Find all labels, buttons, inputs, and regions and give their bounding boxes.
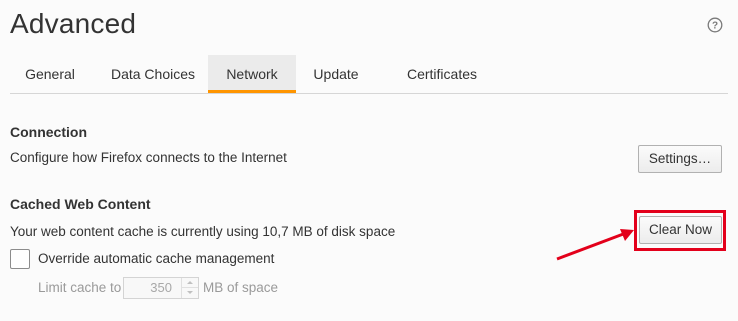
cache-size-stepper[interactable]: 350	[123, 277, 199, 299]
cache-size-value: 350	[150, 280, 172, 295]
page-title: Advanced	[10, 8, 137, 39]
cache-status: Your web content cache is currently usin…	[10, 224, 396, 239]
spin-up-button[interactable]	[182, 278, 198, 288]
connection-heading: Connection	[10, 124, 87, 140]
tab-certificates[interactable]: Certificates	[382, 55, 502, 93]
spinner-buttons	[181, 278, 198, 298]
tab-network[interactable]: Network	[208, 55, 296, 93]
tab-bar: General Data Choices Network Update Cert…	[10, 55, 728, 94]
tab-update[interactable]: Update	[300, 55, 372, 93]
tab-data-choices[interactable]: Data Choices	[98, 55, 208, 93]
annotation-arrow-icon	[556, 229, 634, 261]
spin-down-button[interactable]	[182, 288, 198, 298]
limit-cache-unit: MB of space	[203, 280, 279, 295]
limit-cache-label: Limit cache to	[38, 280, 122, 295]
override-cache-checkbox[interactable]	[10, 249, 30, 269]
svg-text:?: ?	[712, 21, 718, 32]
annotation-highlight-box	[634, 210, 726, 251]
connection-description: Configure how Firefox connects to the In…	[10, 150, 287, 165]
cache-heading: Cached Web Content	[10, 196, 151, 212]
override-cache-label[interactable]: Override automatic cache management	[38, 251, 274, 266]
chevron-up-icon	[187, 281, 193, 284]
question-circle-icon[interactable]: ?	[707, 17, 723, 33]
tab-general[interactable]: General	[10, 55, 90, 93]
settings-button[interactable]: Settings…	[638, 145, 722, 173]
chevron-down-icon	[187, 291, 193, 294]
